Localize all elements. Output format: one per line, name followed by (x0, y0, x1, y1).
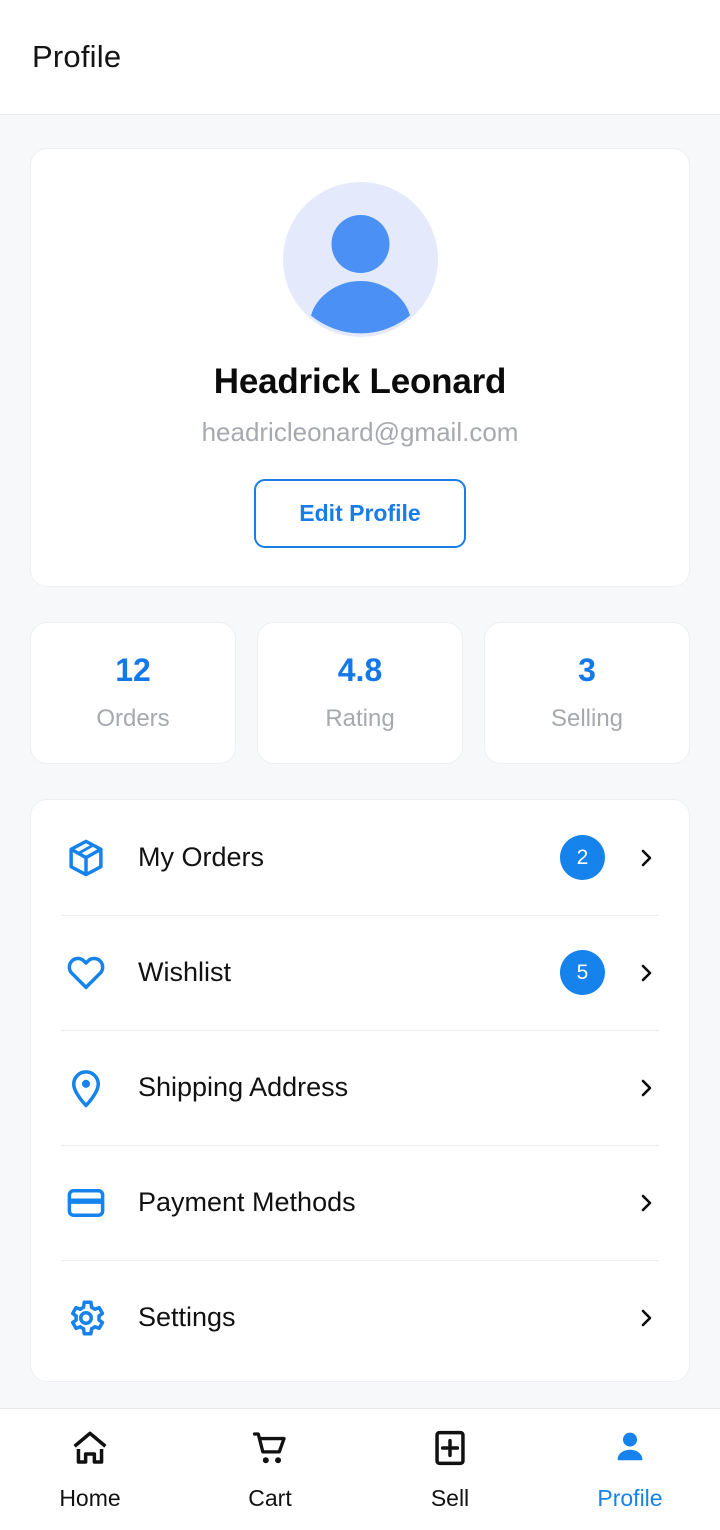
app-header: Profile (0, 0, 720, 115)
stat-value: 3 (578, 652, 596, 688)
heart-icon (62, 952, 110, 994)
menu-item-label: Settings (138, 1302, 236, 1332)
scroll-content: Headrick Leonard headricleonard@gmail.co… (0, 115, 720, 1408)
profile-screen: Profile Headrick Leonard headricleonard@… (0, 0, 720, 1530)
nav-item-label: Cart (248, 1485, 292, 1511)
chevron-right-icon (633, 961, 659, 985)
gear-icon (62, 1297, 110, 1339)
menu-item-my-orders[interactable]: My Orders 2 (31, 800, 689, 915)
menu-item-wishlist[interactable]: Wishlist 5 (31, 915, 689, 1030)
map-pin-icon (62, 1067, 110, 1109)
nav-item-label: Profile (597, 1485, 663, 1511)
stat-label: Orders (96, 705, 170, 732)
nav-item-home[interactable]: Home (0, 1427, 180, 1512)
menu-item-settings[interactable]: Settings (31, 1260, 689, 1375)
stat-value: 12 (115, 652, 151, 688)
chevron-right-icon (633, 1191, 659, 1215)
bottom-navigation: Home Cart Sell Profile (0, 1408, 720, 1530)
stats-row: 12 Orders 4.8 Rating 3 Selling (30, 622, 690, 764)
stat-label: Rating (325, 705, 395, 732)
edit-profile-button[interactable]: Edit Profile (254, 479, 466, 548)
sell-plus-icon (429, 1427, 471, 1474)
profile-email: headricleonard@gmail.com (201, 417, 519, 447)
credit-card-icon (62, 1182, 110, 1224)
page-title: Profile (32, 39, 122, 74)
home-icon (69, 1427, 111, 1474)
menu-item-badge: 2 (560, 835, 605, 880)
person-icon (609, 1427, 651, 1474)
menu-item-label: Payment Methods (138, 1187, 356, 1217)
menu-item-label: My Orders (138, 842, 265, 872)
profile-card: Headrick Leonard headricleonard@gmail.co… (30, 148, 690, 587)
stat-label: Selling (550, 705, 624, 732)
menu-card: My Orders 2 Wishlist 5 Shipping Address … (30, 799, 690, 1382)
nav-item-sell[interactable]: Sell (360, 1427, 540, 1512)
person-avatar-icon (310, 215, 410, 334)
chevron-right-icon (633, 1076, 659, 1100)
stat-card-orders[interactable]: 12 Orders (30, 622, 236, 764)
menu-item-payment-methods[interactable]: Payment Methods (31, 1145, 689, 1260)
stat-value: 4.8 (337, 652, 383, 688)
avatar (282, 182, 438, 337)
menu-item-label: Shipping Address (138, 1072, 349, 1102)
nav-item-label: Home (59, 1485, 121, 1511)
menu-item-label: Wishlist (138, 957, 231, 987)
profile-name: Headrick Leonard (213, 362, 507, 401)
chevron-right-icon (633, 1306, 659, 1330)
menu-item-shipping-address[interactable]: Shipping Address (31, 1030, 689, 1145)
chevron-right-icon (633, 846, 659, 870)
stat-card-rating[interactable]: 4.8 Rating (257, 622, 463, 764)
stat-card-selling[interactable]: 3 Selling (484, 622, 690, 764)
cart-icon (249, 1427, 291, 1474)
nav-item-cart[interactable]: Cart (180, 1427, 360, 1512)
nav-item-label: Sell (430, 1485, 470, 1511)
nav-item-profile[interactable]: Profile (540, 1427, 720, 1512)
package-box-icon (62, 837, 110, 879)
menu-item-badge: 5 (560, 950, 605, 995)
